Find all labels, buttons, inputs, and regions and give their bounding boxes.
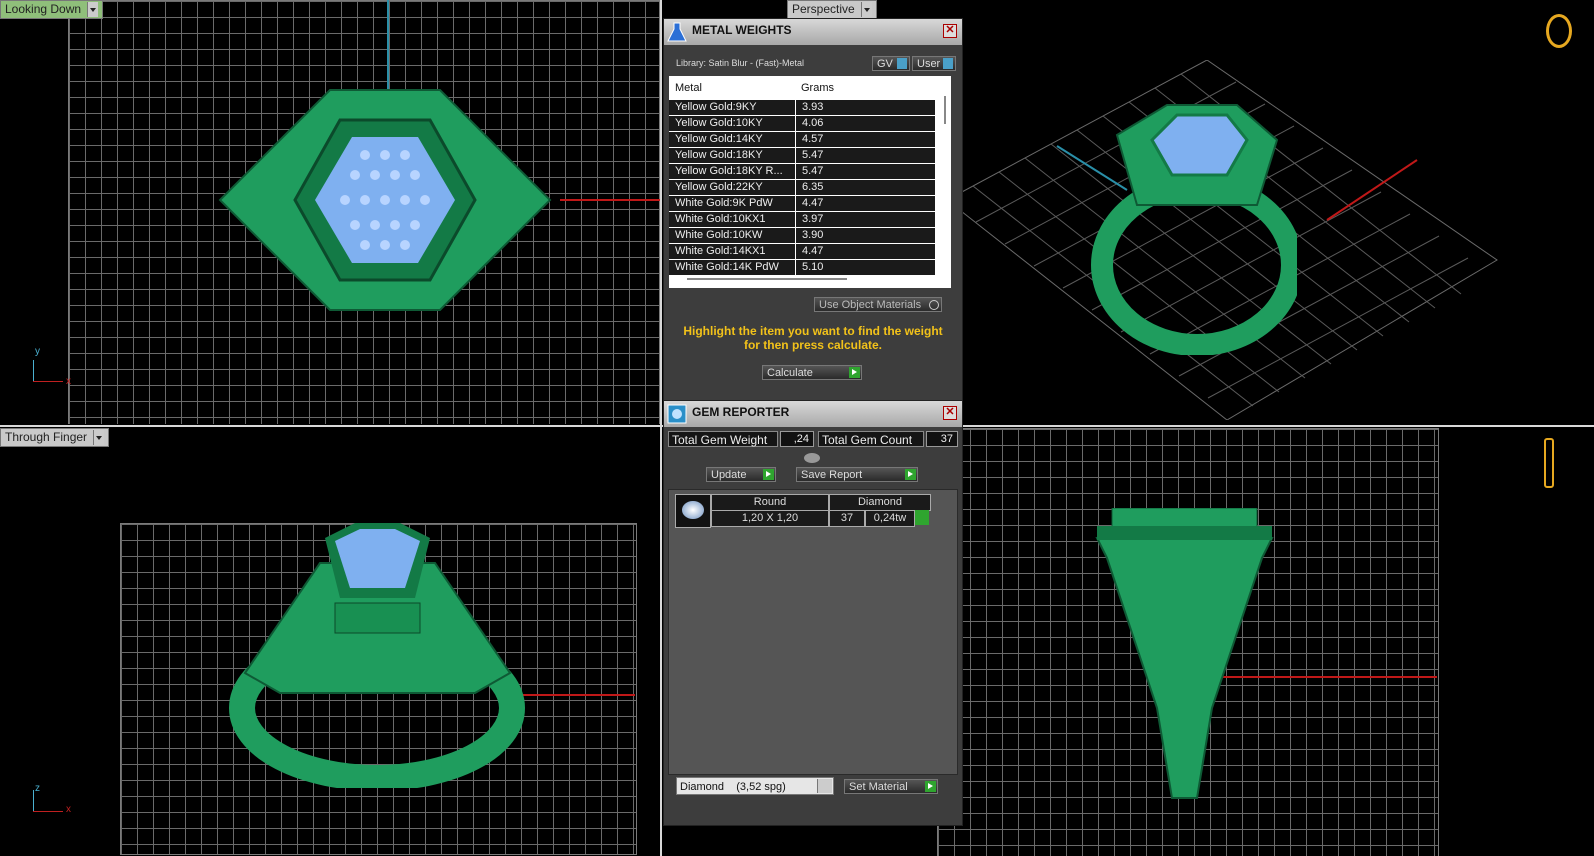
- play-icon: [763, 469, 774, 480]
- view-dropdown-icon[interactable]: [87, 2, 99, 17]
- library-label: Library: Satin Blur - (Fast)-Metal: [676, 58, 805, 68]
- radio-icon: [929, 300, 939, 310]
- gem-report-icon: [667, 404, 687, 424]
- ring-front-view: [229, 523, 525, 788]
- viewport-divider-v: [660, 0, 662, 856]
- flask-icon: [667, 22, 687, 42]
- update-button[interactable]: Update: [706, 467, 776, 482]
- close-icon[interactable]: ✕: [943, 406, 957, 420]
- ring-side-view: [1095, 508, 1274, 799]
- pendant-view-icon[interactable]: [1544, 438, 1554, 488]
- axis-gizmo: [33, 360, 34, 382]
- save-report-button[interactable]: Save Report: [796, 467, 918, 482]
- gem-size: 1,20 X 1,20: [711, 510, 829, 527]
- table-row[interactable]: White Gold:14K PdW 5.10: [669, 260, 935, 276]
- view-label-looking-down[interactable]: Looking Down: [0, 0, 104, 19]
- metal-table[interactable]: Metal Grams Yellow Gold:9KY 3.93 Yellow G…: [669, 76, 951, 288]
- total-gem-weight-label: Total Gem Weight: [668, 431, 778, 447]
- play-icon: [849, 367, 860, 378]
- table-row[interactable]: Yellow Gold:18KY 5.47: [669, 148, 935, 164]
- round-diamond-icon: [682, 501, 704, 519]
- axis-gizmo: [33, 790, 34, 812]
- ring-top-view: [218, 89, 552, 311]
- separator-handle[interactable]: [804, 453, 820, 463]
- table-row[interactable]: White Gold:10KX1 3.97: [669, 212, 935, 228]
- gem-reporter-titlebar[interactable]: GEM REPORTER ✕: [664, 401, 962, 427]
- gem-material: Diamond: [829, 494, 931, 511]
- gem-thumbnail: [675, 494, 711, 528]
- axis-gizmo-x: [33, 381, 63, 382]
- view-dropdown-icon[interactable]: [860, 2, 872, 17]
- info-icon: [943, 58, 953, 69]
- ring-view-icon[interactable]: [1546, 14, 1572, 48]
- close-icon[interactable]: ✕: [943, 24, 957, 38]
- view-label-through-finger[interactable]: Through Finger: [0, 428, 110, 447]
- gem-row[interactable]: Round Diamond 1,20 X 1,20 37 0,24tw: [711, 494, 931, 527]
- horizontal-scrollbar[interactable]: [687, 278, 847, 280]
- gem-shape: Round: [711, 494, 829, 511]
- viewport-looking-down[interactable]: Looking Down y x: [0, 0, 660, 424]
- play-icon: [905, 469, 916, 480]
- axis-label-z: z: [35, 783, 40, 794]
- metal-weights-titlebar[interactable]: METAL WEIGHTS ✕: [664, 19, 962, 45]
- gem-weight: 0,24tw: [865, 510, 915, 527]
- axis-label-y: y: [35, 346, 40, 357]
- viewport-through-finger[interactable]: Through Finger z x: [0, 428, 660, 856]
- axis-label-x: x: [66, 804, 71, 815]
- table-row[interactable]: Yellow Gold:9KY 3.93: [669, 100, 935, 116]
- axis-gizmo-x: [33, 811, 63, 812]
- total-gem-weight-value: ,24: [780, 431, 814, 447]
- play-icon: [925, 781, 936, 792]
- table-row[interactable]: White Gold:14KX1 4.47: [669, 244, 935, 260]
- instruction-text: Highlight the item you want to find the …: [683, 324, 943, 352]
- x-axis-line: [560, 199, 660, 201]
- set-material-button[interactable]: Set Material: [844, 779, 938, 794]
- table-row[interactable]: White Gold:9K PdW 4.47: [669, 196, 935, 212]
- gem-select-button[interactable]: [915, 510, 929, 525]
- use-object-materials-toggle[interactable]: Use Object Materials: [814, 297, 942, 312]
- table-row[interactable]: Yellow Gold:10KY 4.06: [669, 116, 935, 132]
- table-row[interactable]: Yellow Gold:18KY R... 5.47: [669, 164, 935, 180]
- info-icon: [897, 58, 907, 69]
- metal-weights-panel: METAL WEIGHTS ✕ Library: Satin Blur - (F…: [663, 18, 963, 401]
- user-toggle[interactable]: User: [912, 56, 956, 71]
- x-axis-line: [520, 694, 635, 696]
- ring-perspective-view: [1091, 104, 1297, 355]
- view-dropdown-icon[interactable]: [93, 430, 105, 445]
- vertical-scrollbar[interactable]: [944, 96, 946, 124]
- view-label-perspective[interactable]: Perspective: [787, 0, 877, 19]
- column-header-metal[interactable]: Metal: [669, 76, 795, 100]
- gem-list-area[interactable]: Round Diamond 1,20 X 1,20 37 0,24tw: [668, 489, 958, 775]
- material-select[interactable]: Diamond (3,52 spg): [676, 777, 834, 795]
- table-row[interactable]: White Gold:10KW 3.90: [669, 228, 935, 244]
- total-gem-count-label: Total Gem Count: [818, 431, 924, 447]
- gv-toggle[interactable]: GV: [872, 56, 910, 71]
- column-header-grams[interactable]: Grams: [795, 76, 834, 100]
- table-row[interactable]: Yellow Gold:14KY 4.57: [669, 132, 935, 148]
- gem-count: 37: [829, 510, 865, 527]
- table-row[interactable]: Yellow Gold:22KY 6.35: [669, 180, 935, 196]
- gem-reporter-panel: GEM REPORTER ✕ Total Gem Weight ,24 Tota…: [663, 400, 963, 826]
- metal-table-header: Metal Grams: [669, 76, 951, 100]
- y-axis-line: [387, 0, 389, 95]
- calculate-button[interactable]: Calculate: [762, 365, 862, 380]
- chevron-down-icon[interactable]: [817, 779, 832, 793]
- total-gem-count-value: 37: [926, 431, 958, 447]
- axis-label-x: x: [66, 376, 71, 387]
